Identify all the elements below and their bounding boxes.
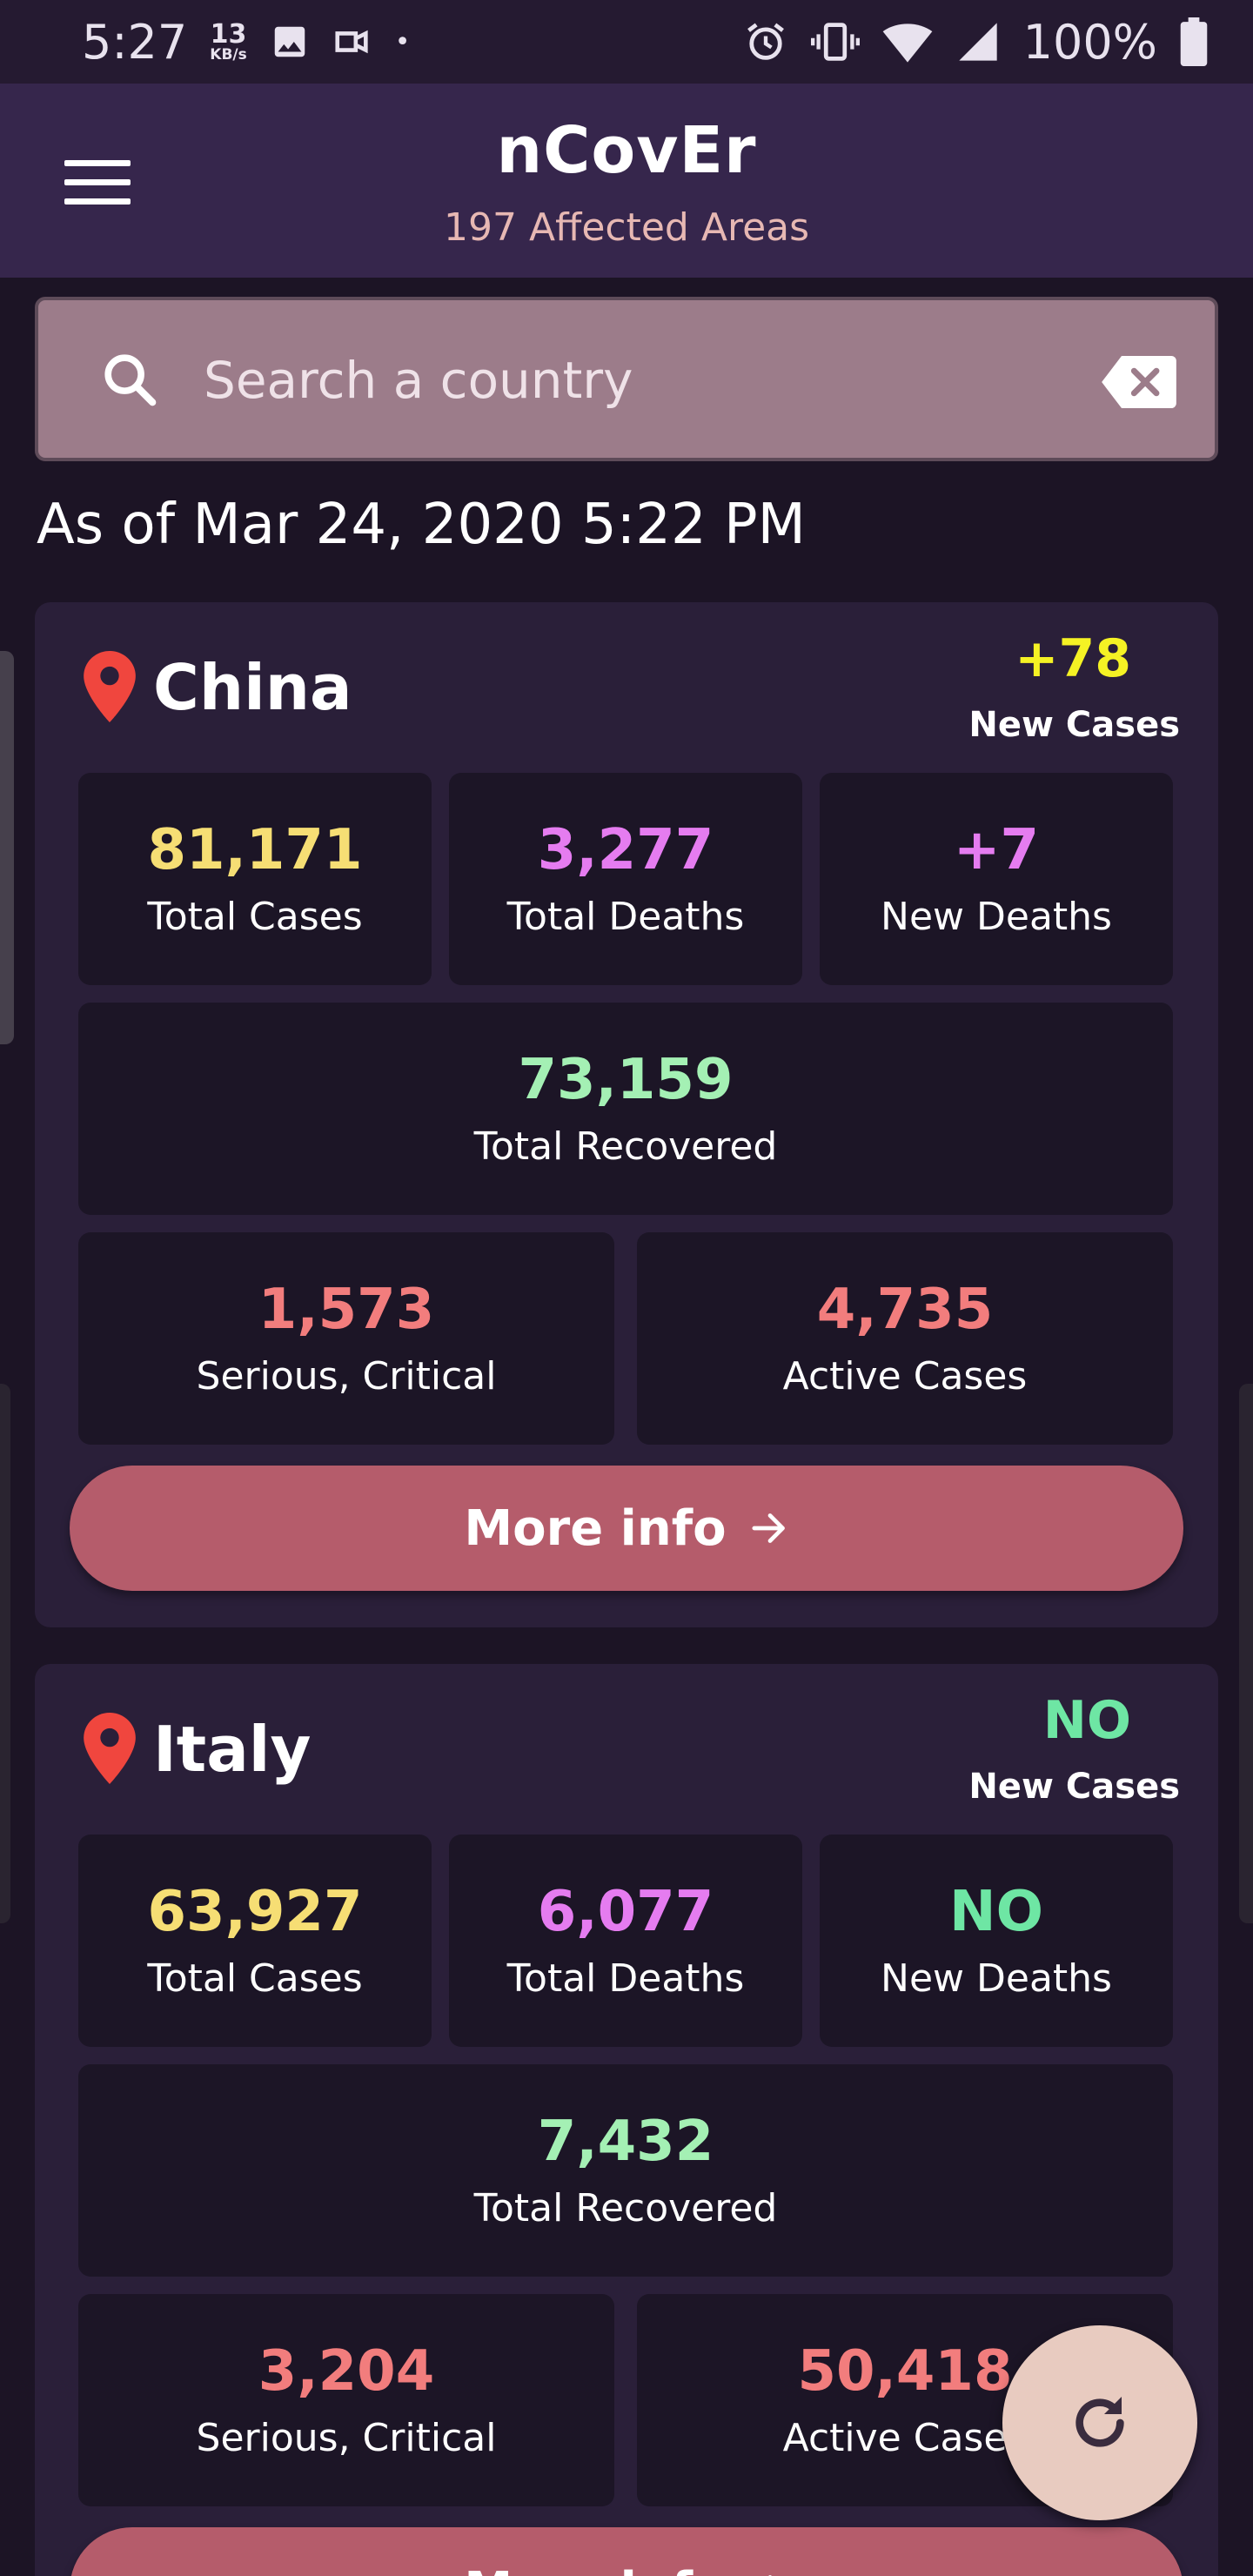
cell-signal-icon: [955, 19, 1001, 64]
serious-critical-stat: 1,573 Serious, Critical: [78, 1232, 614, 1445]
location-pin-icon: [84, 1713, 136, 1788]
affected-areas-subtitle: 197 Affected Areas: [443, 205, 810, 250]
serious-critical-value: 3,204: [258, 2339, 435, 2404]
new-cases-value: +78: [1015, 628, 1131, 689]
vibrate-icon: [810, 19, 860, 64]
total-cases-label: Total Cases: [147, 1956, 363, 2001]
app-bar: nCovEr 197 Affected Areas: [0, 84, 1253, 278]
refresh-icon: [1075, 2397, 1124, 2447]
alarm-icon: [743, 19, 788, 64]
total-deaths-value: 3,277: [537, 818, 714, 882]
total-cases-value: 81,171: [147, 818, 363, 882]
scroll-indicator: [0, 1384, 10, 1923]
country-name: Italy: [153, 1713, 312, 1786]
total-cases-label: Total Cases: [147, 895, 363, 939]
serious-critical-label: Serious, Critical: [196, 1354, 497, 1399]
total-deaths-stat: 6,077 Total Deaths: [449, 1835, 802, 2047]
new-deaths-stat: +7 New Deaths: [820, 773, 1173, 985]
last-updated-text: As of Mar 24, 2020 5:22 PM: [37, 493, 806, 557]
notification-dot: •: [394, 26, 411, 57]
app-title: nCovEr: [496, 113, 757, 188]
total-cases-stat: 63,927 Total Cases: [78, 1835, 432, 2047]
status-bar: 5:27 13 KB/s • 100%: [0, 0, 1253, 84]
total-recovered-value: 7,432: [537, 2110, 714, 2174]
refresh-button[interactable]: [1002, 2325, 1197, 2520]
new-cases-label: New Cases: [968, 1767, 1180, 1807]
search-input[interactable]: [204, 339, 1074, 422]
country-card-china: China +78 New Cases 81,171 Total Cases 3…: [35, 602, 1218, 1627]
total-recovered-label: Total Recovered: [473, 1124, 778, 1169]
total-cases-stat: 81,171 Total Cases: [78, 773, 432, 985]
backspace-clear-icon[interactable]: [1102, 356, 1176, 412]
total-recovered-value: 73,159: [518, 1048, 734, 1112]
new-cases-label: New Cases: [968, 705, 1180, 745]
active-cases-value: 50,418: [797, 2339, 1013, 2404]
total-deaths-stat: 3,277 Total Deaths: [449, 773, 802, 985]
active-cases-stat: 4,735 Active Cases: [637, 1232, 1173, 1445]
total-deaths-value: 6,077: [537, 1880, 714, 1944]
total-recovered-label: Total Recovered: [473, 2186, 778, 2231]
serious-critical-label: Serious, Critical: [196, 2416, 497, 2460]
new-deaths-label: New Deaths: [881, 1956, 1112, 2001]
total-recovered-stat: 73,159 Total Recovered: [78, 1003, 1173, 1215]
serious-critical-stat: 3,204 Serious, Critical: [78, 2294, 614, 2506]
more-info-button[interactable]: More info: [70, 2527, 1183, 2576]
total-deaths-label: Total Deaths: [506, 1956, 745, 2001]
total-recovered-stat: 7,432 Total Recovered: [78, 2064, 1173, 2277]
new-deaths-label: New Deaths: [881, 895, 1112, 939]
wifi-icon: [882, 19, 933, 64]
country-name: China: [153, 651, 352, 724]
new-deaths-value: NO: [949, 1880, 1043, 1944]
more-info-button[interactable]: More info: [70, 1466, 1183, 1591]
status-time: 5:27: [82, 14, 188, 70]
active-cases-label: Active Cases: [782, 2416, 1028, 2460]
new-deaths-stat: NO New Deaths: [820, 1835, 1173, 2047]
image-icon: [270, 22, 310, 62]
scroll-indicator: [1239, 1384, 1253, 1923]
more-info-label: More info: [464, 1499, 727, 1557]
total-cases-value: 63,927: [147, 1880, 363, 1944]
location-pin-icon: [84, 651, 136, 726]
arrow-right-icon: [767, 2575, 772, 2576]
search-box: [35, 297, 1218, 461]
network-speed-value: 13: [210, 18, 247, 50]
total-deaths-label: Total Deaths: [506, 895, 745, 939]
card-header: Italy NO New Cases: [35, 1664, 1218, 1838]
arrow-right-icon: [752, 1513, 785, 1543]
serious-critical-value: 1,573: [258, 1278, 435, 1342]
new-deaths-value: +7: [953, 818, 1040, 882]
active-cases-label: Active Cases: [782, 1354, 1028, 1399]
battery-icon: [1180, 17, 1208, 66]
network-speed-unit: KB/s: [210, 45, 247, 64]
more-info-label: More info: [464, 2562, 726, 2576]
card-header: China +78 New Cases: [35, 602, 1218, 776]
battery-percent: 100%: [1022, 14, 1157, 70]
search-icon: [99, 349, 160, 413]
new-cases-value: NO: [1042, 1690, 1131, 1751]
active-cases-value: 4,735: [816, 1278, 994, 1342]
scroll-indicator: [0, 651, 14, 1044]
video-icon: [332, 22, 372, 62]
network-speed: 13 KB/s: [210, 18, 247, 64]
